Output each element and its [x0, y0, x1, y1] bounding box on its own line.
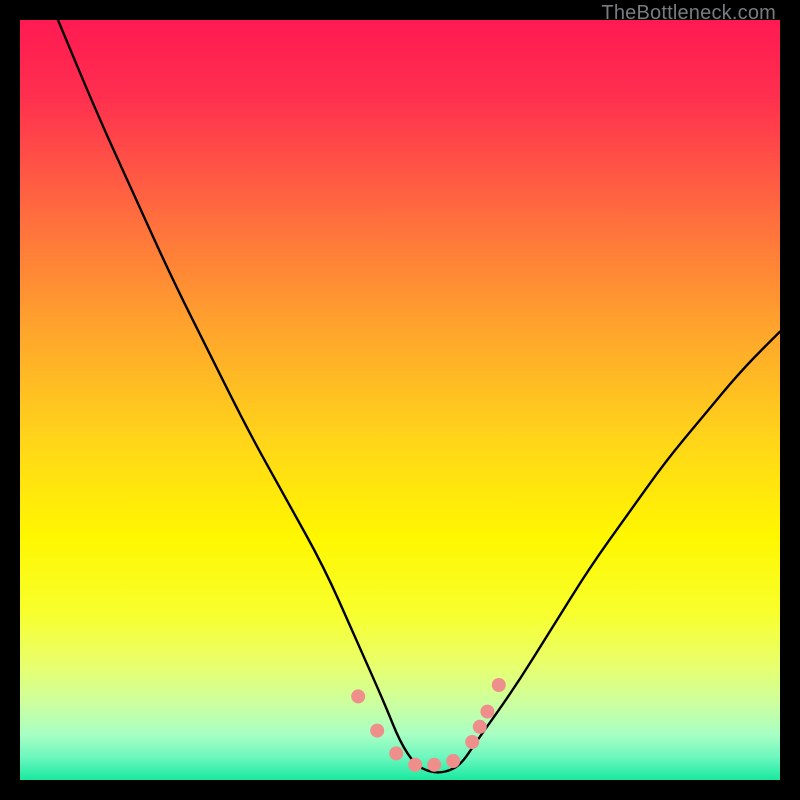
bottleneck-curve [58, 20, 780, 772]
highlight-dot [389, 746, 403, 760]
highlight-dots [351, 678, 506, 772]
highlight-dot [370, 724, 384, 738]
curve-layer [20, 20, 780, 780]
watermark-label: TheBottleneck.com [601, 2, 776, 25]
highlight-dot [473, 720, 487, 734]
highlight-dot [427, 758, 441, 772]
highlight-dot [351, 689, 365, 703]
plot-area [20, 20, 780, 780]
highlight-dot [480, 705, 494, 719]
highlight-dot [465, 735, 479, 749]
chart-frame: TheBottleneck.com [0, 0, 800, 800]
highlight-dot [492, 678, 506, 692]
highlight-dot [408, 758, 422, 772]
highlight-dot [446, 754, 460, 768]
